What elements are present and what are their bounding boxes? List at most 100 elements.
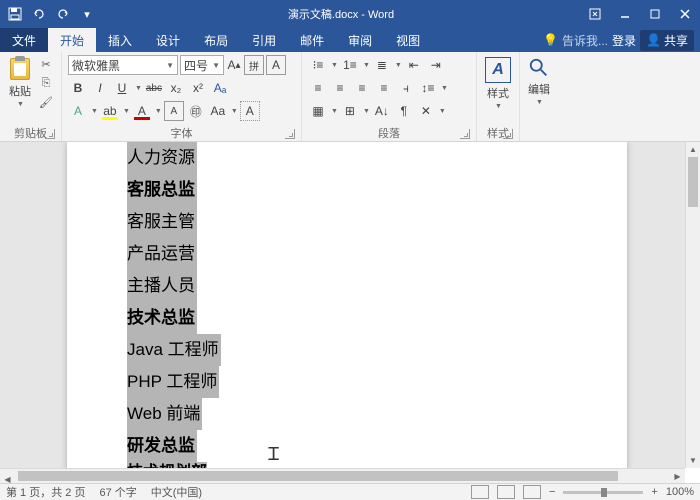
scroll-down-button[interactable]: ▼	[686, 453, 700, 468]
phonetic-guide-button[interactable]: 拼	[244, 55, 264, 75]
font-size-combo[interactable]: 四号▼	[180, 55, 224, 75]
doc-line[interactable]: 产品运营	[127, 238, 197, 270]
paragraph-launcher[interactable]	[460, 129, 470, 139]
scroll-up-button[interactable]: ▲	[686, 142, 700, 157]
vscroll-thumb[interactable]	[688, 157, 698, 207]
line-spacing-button[interactable]: ↕≡	[418, 78, 438, 98]
snap-button[interactable]: ✕	[416, 101, 436, 121]
styles-launcher[interactable]	[503, 129, 513, 139]
cut-button[interactable]: ✂	[37, 55, 55, 73]
tab-view[interactable]: 视图	[384, 28, 432, 52]
tab-mailings[interactable]: 邮件	[288, 28, 336, 52]
doc-line[interactable]: 研发总监	[127, 430, 197, 462]
distribute-button[interactable]: ⫞	[396, 78, 416, 98]
doc-line[interactable]: 人力资源	[127, 142, 197, 174]
document-area[interactable]: 人力资源客服总监客服主管产品运营主播人员技术总监Java 工程师PHP 工程师W…	[0, 142, 685, 468]
tab-layout[interactable]: 布局	[192, 28, 240, 52]
signin-link[interactable]: 登录	[612, 32, 636, 49]
italic-button[interactable]: I	[90, 78, 110, 98]
align-right-button[interactable]: ≡	[352, 78, 372, 98]
tab-insert[interactable]: 插入	[96, 28, 144, 52]
tab-home[interactable]: 开始	[48, 28, 96, 52]
font-name-combo[interactable]: 微软雅黑▼	[68, 55, 178, 75]
tab-review[interactable]: 审阅	[336, 28, 384, 52]
font-launcher[interactable]	[285, 129, 295, 139]
doc-line[interactable]: 客服主管	[127, 206, 197, 238]
tab-design[interactable]: 设计	[144, 28, 192, 52]
ribbon-options-button[interactable]	[580, 0, 610, 28]
borders-button[interactable]: ⊞	[340, 101, 360, 121]
vertical-scrollbar[interactable]: ▲ ▼	[685, 142, 700, 468]
doc-line[interactable]: 技术总监	[127, 302, 197, 334]
close-button[interactable]	[670, 0, 700, 28]
window-title: 演示文稿.docx - Word	[102, 6, 580, 22]
format-painter-button[interactable]: 🖌	[37, 93, 55, 111]
superscript-button[interactable]: x²	[188, 78, 208, 98]
text-effects-button[interactable]: A	[68, 101, 88, 121]
decrease-indent-button[interactable]: ⇤	[404, 55, 424, 75]
tell-me-search[interactable]: 💡 告诉我...	[543, 32, 608, 49]
align-left-button[interactable]: ≡	[308, 78, 328, 98]
change-case-button[interactable]: Aa	[208, 101, 228, 121]
clipboard-launcher[interactable]	[45, 129, 55, 139]
word-count[interactable]: 67 个字	[99, 484, 136, 500]
maximize-button[interactable]	[640, 0, 670, 28]
tab-file[interactable]: 文件	[0, 28, 48, 52]
show-marks-button[interactable]: ¶	[394, 101, 414, 121]
read-mode-button[interactable]	[471, 485, 489, 499]
zoom-in-button[interactable]: +	[651, 486, 657, 498]
sort-button[interactable]: A↓	[372, 101, 392, 121]
group-font-label: 字体	[171, 128, 193, 140]
enclose-button[interactable]: A	[266, 55, 286, 75]
save-button[interactable]	[4, 3, 26, 25]
grow-font-button[interactable]: A▴	[226, 55, 242, 75]
hscroll-thumb[interactable]	[18, 471, 618, 481]
zoom-slider[interactable]	[563, 491, 643, 494]
group-styles: A 样式 ▼ 样式	[477, 52, 520, 141]
align-center-button[interactable]: ≡	[330, 78, 350, 98]
font-color-button[interactable]: A	[132, 101, 152, 121]
web-layout-button[interactable]	[523, 485, 541, 499]
char-border-button[interactable]: ㊞	[186, 101, 206, 121]
multilevel-button[interactable]: ≣	[372, 55, 392, 75]
bold-button[interactable]: B	[68, 78, 88, 98]
horizontal-scrollbar[interactable]: ◀ ▶	[0, 468, 685, 483]
strike-button[interactable]: abc	[144, 78, 164, 98]
paste-label: 粘贴	[9, 83, 31, 99]
zoom-out-button[interactable]: −	[549, 486, 555, 498]
print-layout-button[interactable]	[497, 485, 515, 499]
shading-button[interactable]: ▦	[308, 101, 328, 121]
paste-button[interactable]: 粘贴 ▼	[6, 55, 34, 110]
scroll-right-button[interactable]: ▶	[670, 469, 685, 484]
share-button[interactable]: 👤共享	[640, 30, 694, 51]
bullets-button[interactable]: ⁝≡	[308, 55, 328, 75]
increase-indent-button[interactable]: ⇥	[426, 55, 446, 75]
page-indicator[interactable]: 第 1 页，共 2 页	[6, 484, 85, 500]
numbering-button[interactable]: 1≡	[340, 55, 360, 75]
editing-button[interactable]: 编辑 ▼	[526, 55, 552, 108]
qat-customize[interactable]: ▾	[76, 3, 98, 25]
ribbon: 粘贴 ▼ ✂ ⎘ 🖌 剪贴板 微软雅黑▼ 四号▼ A▴ 拼 A B I U	[0, 52, 700, 142]
minimize-button[interactable]	[610, 0, 640, 28]
zoom-level[interactable]: 100%	[666, 486, 694, 498]
doc-line[interactable]: 客服总监	[127, 174, 197, 206]
styles-button[interactable]: A 样式 ▼	[483, 55, 513, 112]
enclose-char-button[interactable]: A	[240, 101, 260, 121]
doc-line[interactable]: PHP 工程师	[127, 366, 219, 398]
highlight-button[interactable]: ab	[100, 101, 120, 121]
clear-format-button[interactable]: Aₐ	[210, 78, 230, 98]
undo-button[interactable]	[28, 3, 50, 25]
underline-button[interactable]: U	[112, 78, 132, 98]
subscript-button[interactable]: x₂	[166, 78, 186, 98]
language-indicator[interactable]: 中文(中国)	[151, 484, 202, 500]
page[interactable]: 人力资源客服总监客服主管产品运营主播人员技术总监Java 工程师PHP 工程师W…	[67, 142, 627, 468]
redo-button[interactable]	[52, 3, 74, 25]
doc-line[interactable]: Web 前端	[127, 398, 202, 430]
doc-line[interactable]: 主播人员	[127, 270, 197, 302]
group-paragraph: ⁝≡▼ 1≡▼ ≣▼ ⇤ ⇥ ≡ ≡ ≡ ≡ ⫞ ↕≡▼ ▦▼ ⊞▼ A↓ ¶ …	[302, 52, 477, 141]
doc-line[interactable]: Java 工程师	[127, 334, 221, 366]
justify-button[interactable]: ≡	[374, 78, 394, 98]
char-shading-button[interactable]: A	[164, 101, 184, 121]
tab-references[interactable]: 引用	[240, 28, 288, 52]
copy-button[interactable]: ⎘	[37, 74, 55, 92]
